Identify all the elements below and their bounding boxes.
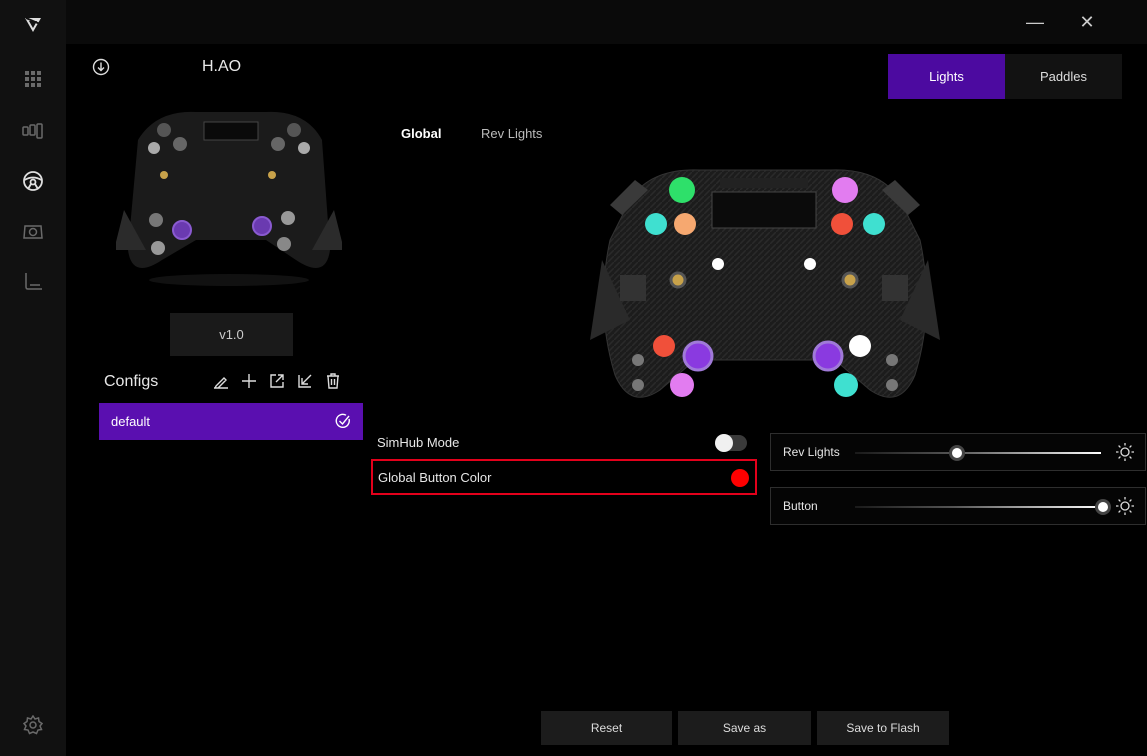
rev-lights-slider-track[interactable] — [855, 452, 1101, 454]
button-slider-thumb[interactable] — [1095, 499, 1111, 515]
brightness-sun-icon — [1116, 497, 1134, 515]
config-item-label: default — [111, 414, 151, 429]
global-button-color-label: Global Button Color — [378, 470, 492, 485]
firmware-version-button[interactable]: v1.0 — [170, 313, 293, 356]
app-window: — ✕ H.AO v1.0 Configs default Lights Pad… — [0, 0, 1147, 756]
config-toolbar — [212, 372, 342, 390]
configs-title: Configs — [104, 373, 159, 390]
apps-grid-icon[interactable] — [20, 66, 46, 92]
close-button[interactable]: ✕ — [1073, 10, 1101, 34]
download-icon[interactable] — [92, 58, 110, 76]
sidebar — [0, 0, 66, 756]
minimize-button[interactable]: — — [1021, 10, 1049, 34]
brightness-sun-icon — [1116, 443, 1134, 461]
logo-icon[interactable] — [20, 12, 46, 38]
top-tabs: Lights Paddles — [888, 54, 1122, 99]
simhub-mode-toggle[interactable] — [715, 434, 747, 452]
import-icon[interactable] — [296, 372, 314, 390]
reset-button[interactable]: Reset — [541, 711, 672, 745]
steering-wheel-icon[interactable] — [20, 168, 46, 194]
rev-lights-slider-thumb[interactable] — [948, 445, 965, 461]
wheelbase-icon[interactable] — [20, 218, 46, 244]
button-slider-label: Button — [783, 499, 818, 513]
rev-lights-slider-label: Rev Lights — [783, 445, 840, 459]
color-swatch[interactable] — [731, 469, 749, 487]
export-icon[interactable] — [268, 372, 286, 390]
tab-paddles[interactable]: Paddles — [1005, 54, 1122, 99]
pedals-icon[interactable] — [20, 118, 46, 144]
delete-trash-icon[interactable] — [324, 372, 342, 390]
simhub-mode-row: SimHub Mode — [371, 425, 757, 461]
tab-lights[interactable]: Lights — [888, 54, 1005, 99]
button-brightness-panel: Button — [770, 487, 1146, 525]
settings-gear-icon[interactable] — [20, 712, 46, 738]
edit-pencil-icon[interactable] — [212, 372, 230, 390]
add-plus-icon[interactable] — [240, 372, 258, 390]
check-circle-icon — [335, 413, 350, 429]
config-item-default[interactable]: default — [99, 403, 363, 440]
toggle-knob — [715, 434, 733, 452]
global-button-color-row[interactable]: Global Button Color — [371, 459, 757, 495]
shifter-icon[interactable] — [20, 268, 46, 294]
wheel-thumbnail — [116, 111, 342, 286]
title-bar: — ✕ — [66, 0, 1147, 44]
rev-lights-brightness-panel: Rev Lights — [770, 433, 1146, 471]
save-to-flash-button[interactable]: Save to Flash — [817, 711, 949, 745]
simhub-mode-label: SimHub Mode — [377, 435, 460, 450]
wheel-preview — [590, 169, 940, 398]
profile-name: H.AO — [202, 58, 242, 75]
subtab-global[interactable]: Global — [401, 126, 441, 141]
subtab-rev-lights[interactable]: Rev Lights — [481, 126, 542, 141]
button-slider-track[interactable] — [855, 506, 1101, 508]
save-as-button[interactable]: Save as — [678, 711, 811, 745]
